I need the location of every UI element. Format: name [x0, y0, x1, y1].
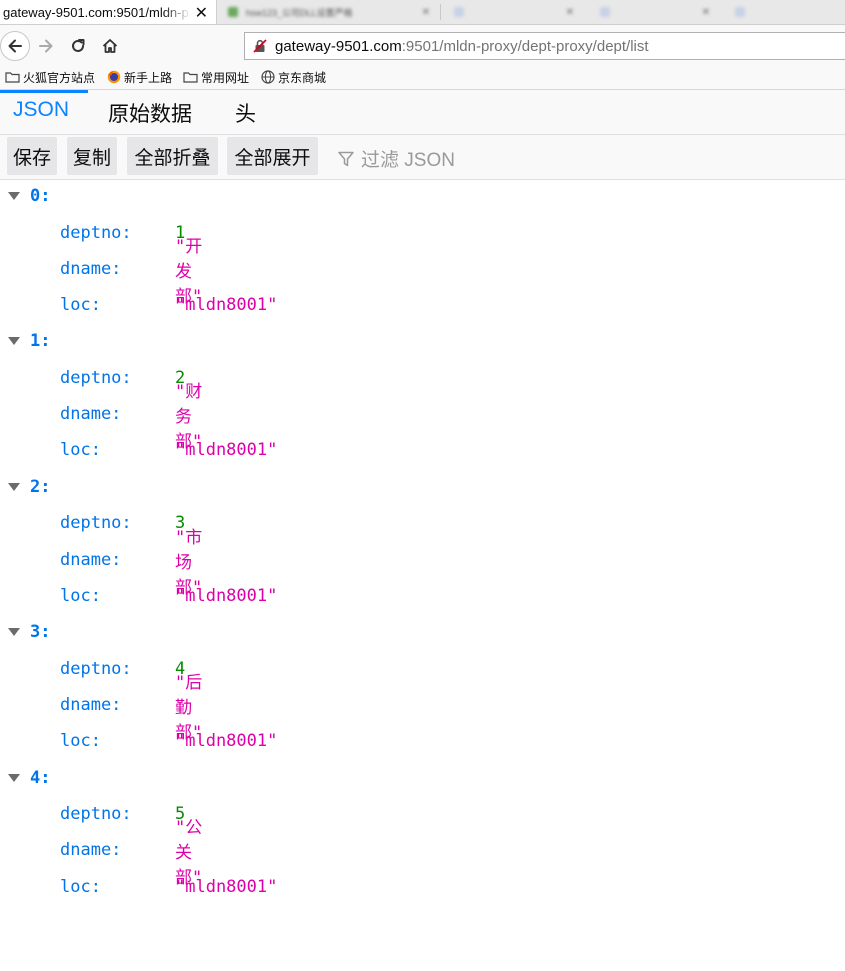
reload-icon [72, 39, 85, 52]
favicon-icon [454, 7, 464, 17]
json-key: deptno: [60, 368, 132, 388]
bookmark-item[interactable]: 火狐官方站点 [5, 69, 95, 86]
bookmark-item[interactable]: 常用网址 [183, 69, 249, 86]
json-viewer-tabs: JSON 原始数据 头 [0, 90, 845, 135]
array-index: 0: [30, 186, 51, 206]
bookmark-item[interactable]: 新手上路 [106, 69, 172, 86]
folder-icon [5, 71, 20, 84]
close-icon[interactable]: ✕ [566, 7, 574, 18]
bookmarks-bar: 火狐官方站点 新手上路 常用网址 京东商城 [0, 65, 845, 90]
bookmark-item[interactable]: 京东商城 [260, 69, 326, 86]
json-key: dname: [60, 695, 122, 715]
bookmark-label: 新手上路 [124, 70, 173, 85]
json-key: dname: [60, 840, 122, 860]
browser-tab[interactable] [725, 0, 845, 24]
json-key: loc: [60, 586, 101, 606]
reload-button[interactable] [66, 34, 90, 58]
url-path: :9501/mldn-proxy/dept-proxy/dept/list [401, 37, 649, 55]
expand-toggle-icon[interactable] [8, 337, 20, 345]
json-value: "mldn8001" [175, 731, 278, 751]
array-index: 3: [30, 622, 51, 642]
json-value: "mldn8001" [175, 440, 278, 460]
bookmark-label: 火狐官方站点 [23, 70, 96, 85]
tab-title: hsw123_公司DLL设置严格 [246, 7, 353, 18]
browser-tab[interactable]: hsw123_公司DLL设置严格 ✕ [218, 0, 440, 24]
tab-json[interactable]: JSON [13, 98, 69, 122]
collapse-all-button[interactable]: 全部折叠 [127, 137, 218, 175]
json-key: loc: [60, 877, 101, 897]
expand-toggle-icon[interactable] [8, 628, 20, 636]
arrow-left-icon [8, 39, 22, 53]
expand-all-button[interactable]: 全部展开 [227, 137, 318, 175]
navigation-bar: gateway-9501.com:9501/mldn-proxy/dept-pr… [0, 25, 845, 65]
browser-tab[interactable]: ✕ [444, 0, 584, 24]
tab-divider [440, 4, 441, 20]
tab-raw-data[interactable]: 原始数据 [108, 98, 192, 128]
expand-toggle-icon[interactable] [8, 192, 20, 200]
firefox-icon [106, 70, 121, 84]
save-button[interactable]: 保存 [7, 137, 57, 175]
browser-tab[interactable]: ✕ [590, 0, 720, 24]
globe-icon [260, 70, 275, 84]
folder-icon [183, 71, 198, 84]
json-key: deptno: [60, 513, 132, 533]
json-key: loc: [60, 731, 101, 751]
forward-button[interactable] [34, 34, 58, 58]
favicon-icon [228, 7, 238, 17]
json-key: deptno: [60, 223, 132, 243]
insecure-lock-icon[interactable] [253, 39, 267, 53]
close-icon[interactable]: ✕ [422, 7, 430, 18]
json-key: deptno: [60, 804, 132, 824]
favicon-icon [735, 7, 745, 17]
arrow-right-icon [39, 39, 53, 53]
tab-strip: gateway-9501.com:9501/mldn-p ✕ hsw123_公司… [0, 0, 845, 25]
json-key: dname: [60, 550, 122, 570]
close-icon[interactable]: ✕ [195, 3, 208, 23]
tab-headers[interactable]: 头 [235, 98, 256, 128]
filter-json-input[interactable]: 过滤 JSON [337, 145, 455, 172]
json-value: "mldn8001" [175, 877, 278, 897]
array-index: 4: [30, 768, 51, 788]
json-value: "mldn8001" [175, 586, 278, 606]
tab-title: gateway-9501.com:9501/mldn-p [3, 4, 189, 20]
expand-toggle-icon[interactable] [8, 774, 20, 782]
home-button[interactable] [98, 34, 122, 58]
filter-placeholder: 过滤 JSON [361, 150, 455, 171]
favicon-icon [600, 7, 610, 17]
address-bar[interactable]: gateway-9501.com:9501/mldn-proxy/dept-pr… [244, 32, 845, 60]
array-index: 2: [30, 477, 51, 497]
bookmark-label: 京东商城 [278, 70, 327, 85]
home-icon [102, 39, 118, 53]
json-value: "mldn8001" [175, 295, 278, 315]
json-key: loc: [60, 440, 101, 460]
active-tab-indicator [0, 90, 88, 93]
json-key: dname: [60, 259, 122, 279]
filter-icon [338, 151, 354, 166]
json-key: deptno: [60, 659, 132, 679]
json-key: loc: [60, 295, 101, 315]
url-host: gateway-9501.com [275, 37, 402, 55]
close-icon[interactable]: ✕ [702, 7, 710, 18]
url-text[interactable]: gateway-9501.com:9501/mldn-proxy/dept-pr… [275, 38, 649, 55]
expand-toggle-icon[interactable] [8, 483, 20, 491]
copy-button[interactable]: 复制 [67, 137, 117, 175]
json-toolbar: 保存 复制 全部折叠 全部展开 过滤 JSON [0, 135, 845, 180]
array-index: 1: [30, 331, 51, 351]
bookmark-label: 常用网址 [201, 70, 250, 85]
json-key: dname: [60, 404, 122, 424]
back-button[interactable] [0, 31, 30, 61]
browser-tab-active[interactable]: gateway-9501.com:9501/mldn-p ✕ [0, 0, 217, 24]
